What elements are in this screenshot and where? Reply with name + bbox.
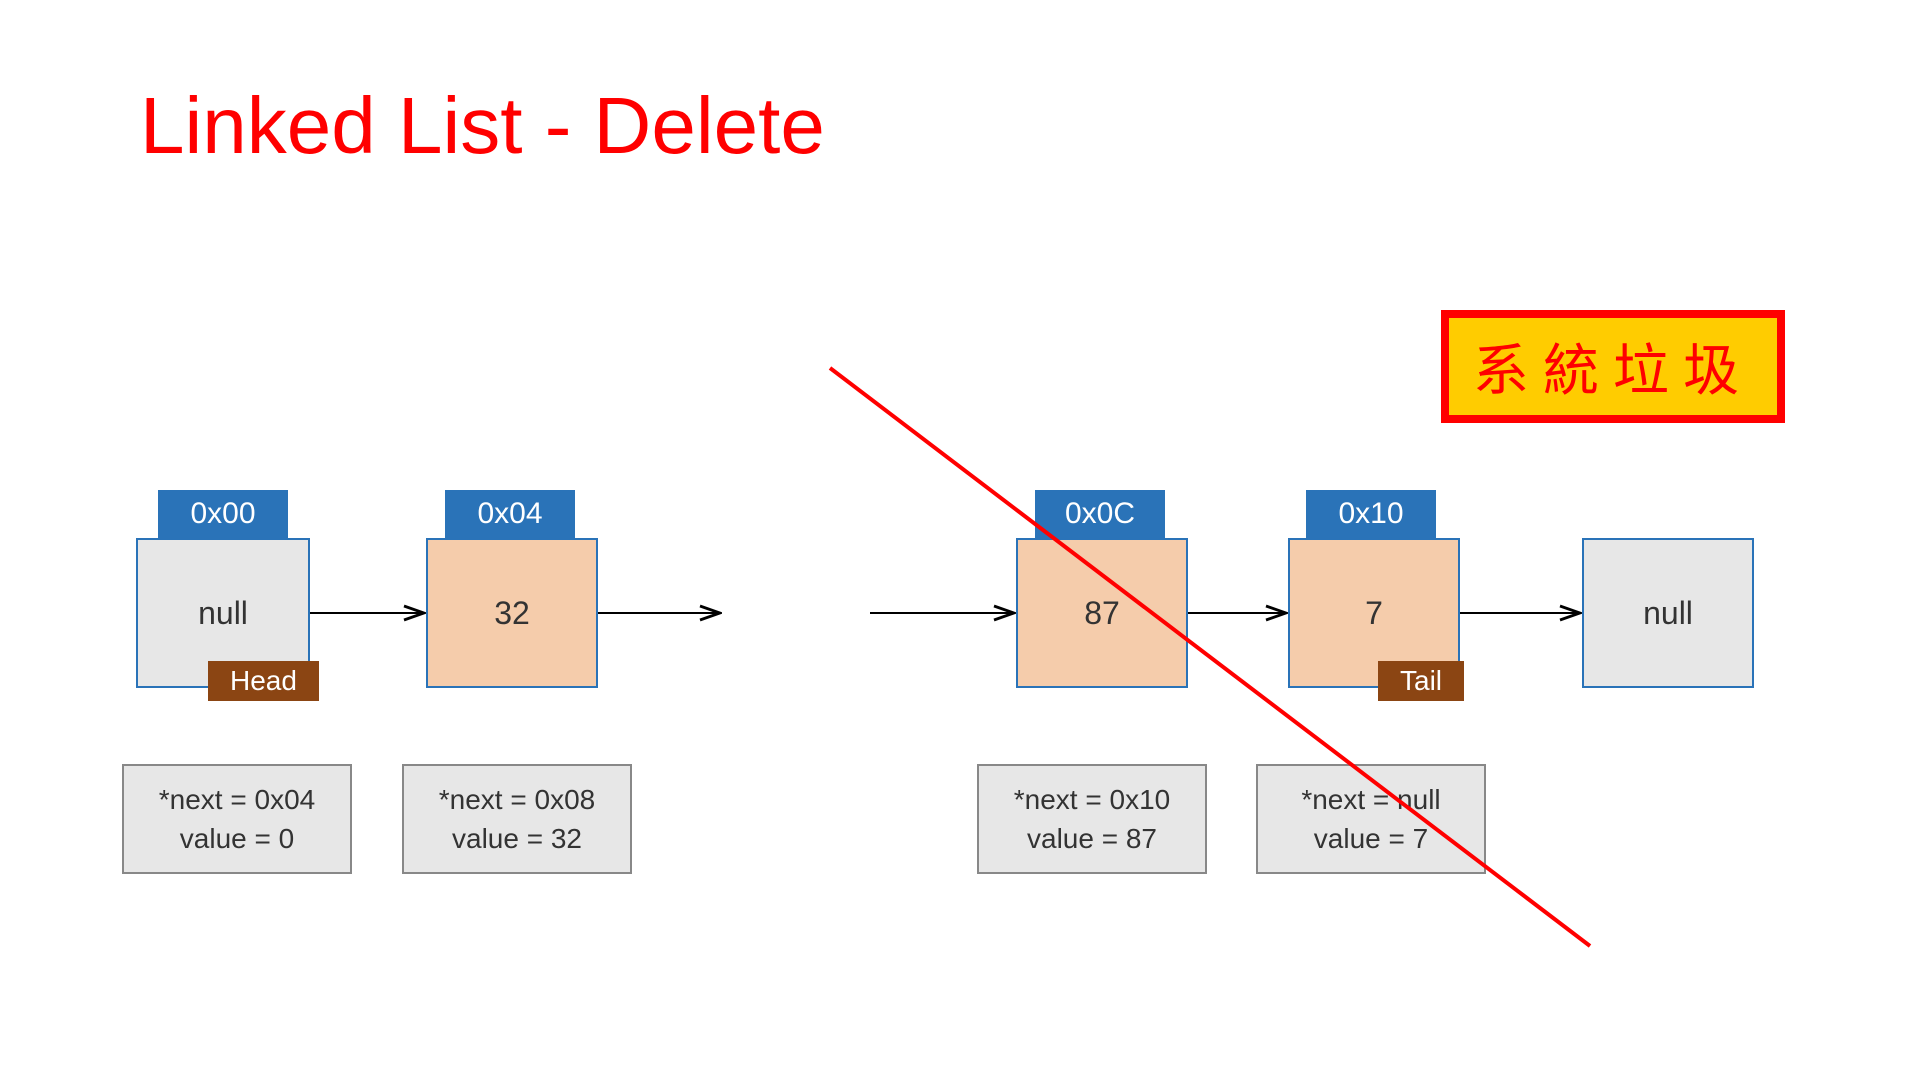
node-0-info-next: *next = 0x04	[142, 780, 332, 819]
node-3-address: 0x10	[1306, 490, 1436, 538]
node-1-info-val: value = 32	[422, 819, 612, 858]
head-label: Head	[208, 661, 319, 701]
node-0-info-val: value = 0	[142, 819, 332, 858]
tail-label: Tail	[1378, 661, 1464, 701]
node-1-address: 0x04	[445, 490, 575, 538]
page-title: Linked List - Delete	[140, 80, 825, 172]
node-2-box: 87	[1016, 538, 1188, 688]
node-0-value: null	[198, 595, 248, 632]
node-null-value: null	[1643, 595, 1693, 632]
node-3-info-next: *next = null	[1276, 780, 1466, 819]
node-1-box: 32	[426, 538, 598, 688]
node-0-address: 0x00	[158, 490, 288, 538]
node-2-info: *next = 0x10 value = 87	[977, 764, 1207, 874]
node-null-box: null	[1582, 538, 1754, 688]
node-2-address: 0x0C	[1035, 490, 1165, 538]
node-0-info: *next = 0x04 value = 0	[122, 764, 352, 874]
node-3-value: 7	[1365, 595, 1383, 632]
node-2-info-next: *next = 0x10	[997, 780, 1187, 819]
garbage-badge: 系統垃圾	[1441, 310, 1785, 423]
node-2-value: 87	[1084, 595, 1120, 632]
node-3-info-val: value = 7	[1276, 819, 1466, 858]
node-2-info-val: value = 87	[997, 819, 1187, 858]
node-1-info: *next = 0x08 value = 32	[402, 764, 632, 874]
node-3-info: *next = null value = 7	[1256, 764, 1486, 874]
node-1-value: 32	[494, 595, 530, 632]
node-1-info-next: *next = 0x08	[422, 780, 612, 819]
